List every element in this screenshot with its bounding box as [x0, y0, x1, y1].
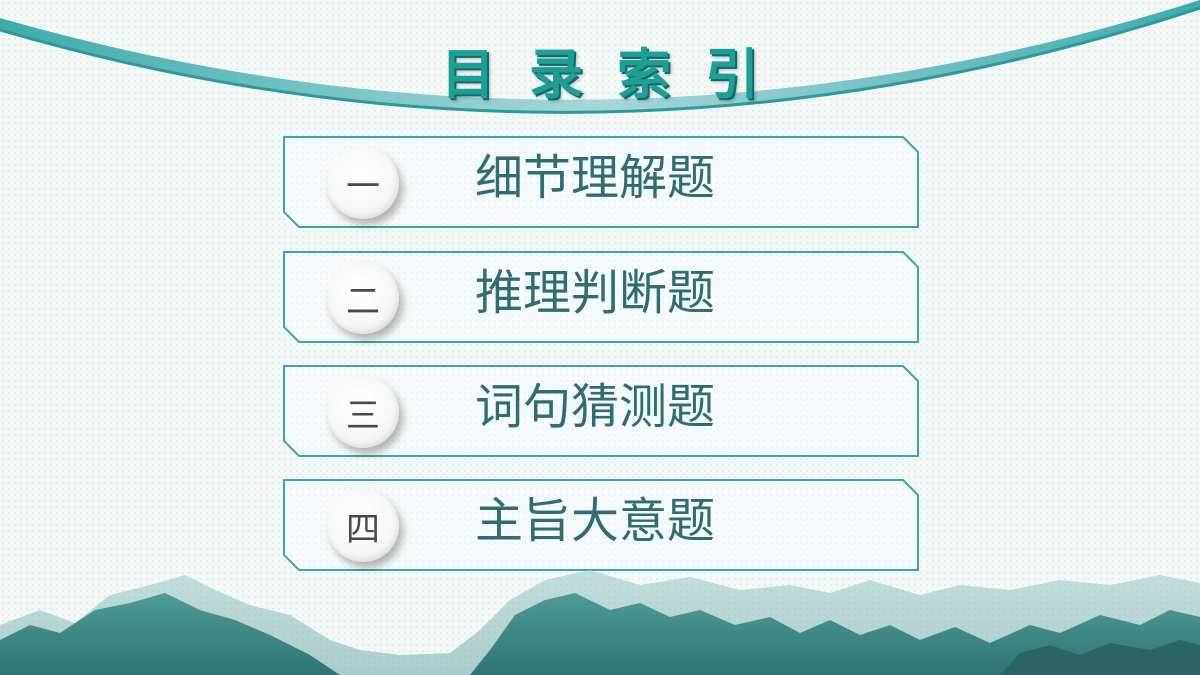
number-badge: 三: [327, 376, 399, 448]
menu-item-2[interactable]: 二 推理判断题: [283, 251, 919, 343]
item-label: 推理判断题: [475, 265, 716, 321]
number-badge: 四: [327, 490, 399, 562]
menu-item-3[interactable]: 三 词句猜测题: [283, 365, 919, 457]
item-label: 细节理解题: [475, 150, 716, 206]
number-badge: 二: [327, 262, 399, 334]
number-badge: 一: [327, 147, 399, 219]
item-label: 词句猜测题: [475, 379, 716, 435]
page-title: 目录索引: [441, 43, 793, 106]
mountain-landscape: [0, 570, 1200, 675]
item-label: 主旨大意题: [475, 493, 716, 549]
menu-item-1[interactable]: 一 细节理解题: [283, 136, 919, 228]
